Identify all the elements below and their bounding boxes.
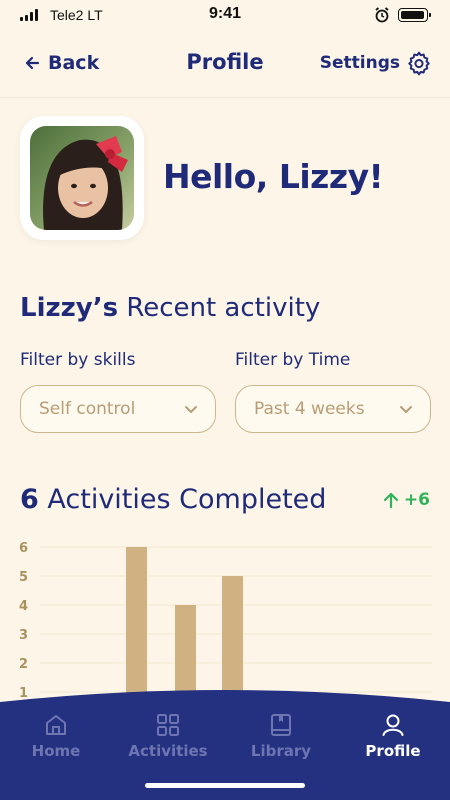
y-tick-label: 6 <box>19 541 28 556</box>
tab-profile-label: Profile <box>365 742 421 760</box>
y-tick-label: 3 <box>19 628 28 643</box>
tab-home-label: Home <box>31 742 81 760</box>
tab-activities-label: Activities <box>128 742 208 760</box>
time-filter-value: Past 4 weeks <box>254 399 365 419</box>
chevron-down-icon <box>400 406 412 413</box>
home-icon <box>46 715 66 735</box>
y-tick-label: 4 <box>19 599 28 614</box>
skills-filter-label: Filter by skills <box>20 350 136 370</box>
status-bar: Tele2 LT 9:41 <box>0 0 450 30</box>
avatar[interactable] <box>20 116 144 240</box>
recent-activity-label: Recent activity <box>126 293 321 323</box>
settings-button[interactable]: Settings <box>320 50 432 76</box>
tab-library[interactable]: Library <box>236 712 326 760</box>
skills-filter-select[interactable]: Self control <box>20 385 216 433</box>
activities-completed-label: Activities Completed <box>47 484 327 515</box>
back-button[interactable]: Back <box>24 52 99 74</box>
tab-activities[interactable]: Activities <box>123 712 213 760</box>
chart-bar <box>175 605 196 700</box>
y-tick-label: 5 <box>19 570 28 585</box>
activities-completed-heading: 6 Activities Completed <box>20 484 326 515</box>
user-icon <box>382 714 404 736</box>
battery-icon <box>398 8 431 22</box>
child-name: Lizzy’s <box>20 293 119 323</box>
chart-bar <box>126 547 147 700</box>
tab-library-label: Library <box>250 742 312 760</box>
tab-profile[interactable]: Profile <box>348 712 438 760</box>
alarm-icon <box>375 7 389 23</box>
grid-icon <box>157 714 179 736</box>
y-tick-label: 2 <box>19 657 28 672</box>
time-filter-select[interactable]: Past 4 weeks <box>235 385 431 433</box>
recent-activity-heading: Lizzy’s Recent activity <box>20 293 320 323</box>
activities-chart: 654321 <box>19 541 432 700</box>
activities-delta: +6 <box>382 490 430 510</box>
chevron-down-icon <box>185 406 197 413</box>
book-icon <box>271 714 291 736</box>
delta-value: +6 <box>403 490 430 510</box>
activities-count: 6 <box>20 484 39 515</box>
home-indicator <box>145 783 305 788</box>
gear-icon <box>408 51 430 76</box>
tab-home[interactable]: Home <box>11 712 101 760</box>
time-filter-label: Filter by Time <box>235 350 351 370</box>
greeting: Hello, Lizzy! <box>163 157 384 196</box>
top-nav: Back Profile Settings <box>0 30 450 98</box>
avatar-photo <box>30 126 134 230</box>
arrow-left-icon <box>25 56 40 70</box>
settings-label: Settings <box>319 53 400 73</box>
skills-filter-value: Self control <box>39 399 136 419</box>
chart-bar <box>222 576 243 700</box>
back-label: Back <box>48 52 100 74</box>
arrow-up-icon <box>383 492 399 509</box>
